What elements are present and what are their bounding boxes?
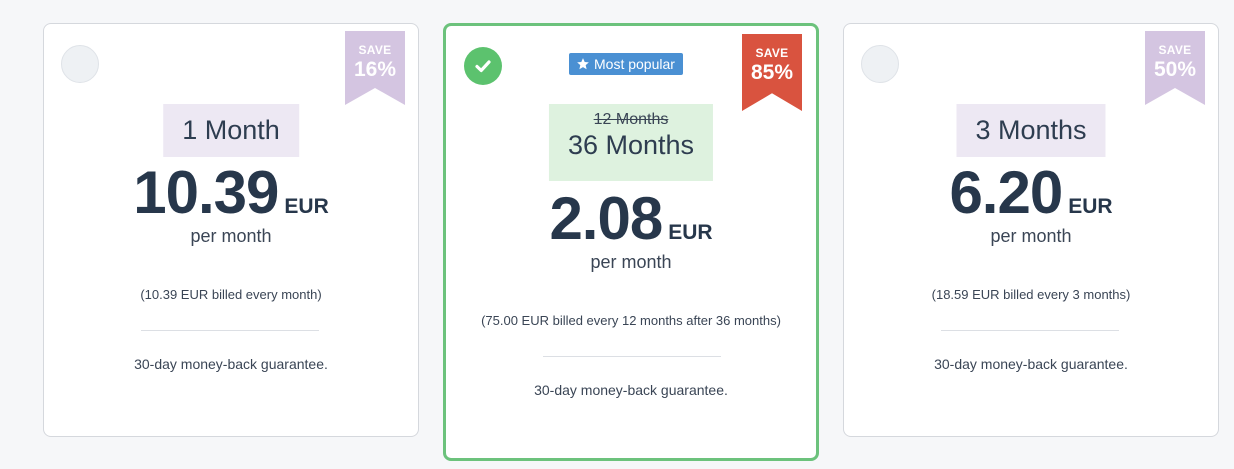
plan-radio-unselected[interactable] bbox=[61, 45, 99, 83]
billing-note: (10.39 EUR billed every month) bbox=[140, 287, 322, 302]
plan-radio-unselected[interactable] bbox=[861, 45, 899, 83]
divider bbox=[141, 330, 319, 331]
billing-note: (75.00 EUR billed every 12 months after … bbox=[481, 313, 781, 328]
new-term: 36 Months bbox=[567, 130, 695, 160]
most-popular-label: Most popular bbox=[594, 56, 675, 72]
price-amount: 6.20 bbox=[949, 159, 1063, 226]
price-period: per month bbox=[190, 226, 272, 246]
plan-card-3-months[interactable]: SAVE 50% 3 Months 6.20 EUR per month (18… bbox=[843, 23, 1219, 437]
divider bbox=[543, 356, 721, 357]
price-amount: 10.39 bbox=[133, 159, 279, 226]
old-term: 12 Months bbox=[593, 111, 669, 128]
plan-price: 6.20 EUR bbox=[844, 158, 1218, 227]
plan-term: 12 Months 36 Months bbox=[548, 104, 714, 181]
most-popular-badge: Most popular bbox=[569, 53, 683, 75]
save-label: SAVE bbox=[358, 43, 392, 57]
billing-note: (18.59 EUR billed every 3 months) bbox=[931, 287, 1131, 302]
price-period: per month bbox=[590, 252, 672, 272]
plan-price: 10.39 EUR bbox=[44, 158, 418, 227]
save-ribbon: SAVE 16% bbox=[345, 31, 405, 105]
guarantee-text: 30-day money-back guarantee. bbox=[534, 382, 728, 398]
save-ribbon: SAVE 50% bbox=[1145, 31, 1205, 105]
plan-price: 2.08 EUR bbox=[446, 184, 816, 253]
guarantee-text: 30-day money-back guarantee. bbox=[934, 356, 1128, 372]
plan-card-36-months[interactable]: Most popular SAVE 85% 12 Months 36 Month… bbox=[443, 23, 819, 461]
save-ribbon: SAVE 85% bbox=[742, 34, 802, 111]
price-currency: EUR bbox=[668, 221, 713, 244]
plan-term: 3 Months bbox=[956, 104, 1106, 157]
price-amount: 2.08 bbox=[549, 185, 663, 252]
save-label: SAVE bbox=[755, 46, 789, 60]
star-icon bbox=[577, 58, 589, 70]
save-percent: 16% bbox=[353, 58, 397, 81]
plan-term: 1 Month bbox=[163, 104, 299, 157]
divider bbox=[941, 330, 1119, 331]
price-currency: EUR bbox=[1068, 195, 1113, 218]
check-icon[interactable] bbox=[464, 47, 502, 85]
plan-card-1-month[interactable]: SAVE 16% 1 Month 10.39 EUR per month (10… bbox=[43, 23, 419, 437]
price-currency: EUR bbox=[284, 195, 329, 218]
save-percent: 50% bbox=[1153, 58, 1197, 81]
save-label: SAVE bbox=[1158, 43, 1192, 57]
save-percent: 85% bbox=[750, 61, 794, 84]
guarantee-text: 30-day money-back guarantee. bbox=[134, 356, 328, 372]
price-period: per month bbox=[990, 226, 1072, 246]
